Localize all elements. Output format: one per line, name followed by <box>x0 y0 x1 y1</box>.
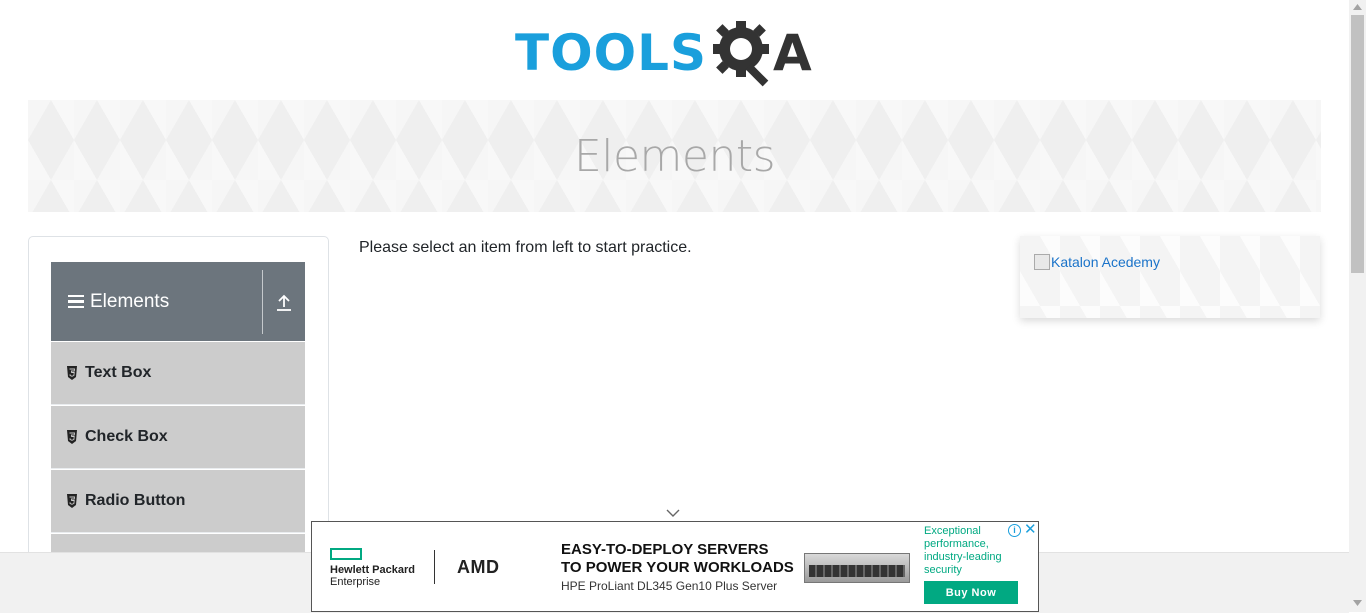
chevron-down-icon[interactable] <box>666 508 680 518</box>
bottom-ad-banner[interactable]: Hewlett Packard Enterprise AMD EASY-TO-D… <box>311 521 1039 612</box>
elements-group-header[interactable]: Elements <box>51 262 305 341</box>
logo-text: TOOLS <box>515 24 707 82</box>
buy-now-button[interactable]: Buy Now <box>924 581 1018 604</box>
scroll-down-icon[interactable] <box>1353 600 1362 606</box>
hpe-mark-icon <box>330 548 362 560</box>
broken-image-icon <box>1034 254 1050 270</box>
html5-icon <box>67 494 77 508</box>
ad-divider <box>434 550 435 584</box>
logo-letter-a: A <box>773 24 812 82</box>
hpe-logo: Hewlett Packard Enterprise <box>330 548 415 588</box>
left-panel: Elements Text Box Check Box Radio Button <box>28 236 329 597</box>
collapse-icon[interactable] <box>263 293 305 311</box>
ad-headline-line1: EASY-TO-DEPLOY SERVERS <box>561 541 769 558</box>
sidebar-item-text-box[interactable]: Text Box <box>51 342 305 405</box>
katalon-ad-link[interactable]: Katalon Acedemy <box>1051 254 1160 270</box>
instruction-text: Please select an item from left to start… <box>359 239 692 256</box>
scroll-up-icon[interactable] <box>1353 4 1362 10</box>
html5-icon <box>67 430 77 444</box>
vertical-scrollbar[interactable] <box>1349 0 1366 612</box>
page-banner: Elements <box>28 100 1321 212</box>
ad-headline-line2: TO POWER YOUR WORKLOADS <box>561 559 794 576</box>
html5-icon <box>67 366 77 380</box>
broken-image[interactable]: Katalon Acedemy <box>1034 254 1160 270</box>
toolsqa-logo[interactable]: TOOLS A <box>515 14 840 92</box>
hpe-brand-line1: Hewlett Packard <box>330 564 415 576</box>
sidebar-item-label: Radio Button <box>85 492 186 509</box>
sidebar-item-label: Check Box <box>85 428 168 445</box>
sidebar-item-label: Text Box <box>85 364 152 381</box>
amd-logo: AMD <box>457 557 500 577</box>
server-image <box>804 553 910 583</box>
ad-tagline: Exceptional performance, industry-leadin… <box>924 525 1002 576</box>
scrollbar-thumb[interactable] <box>1351 15 1364 273</box>
sidebar-item-radio-button[interactable]: Radio Button <box>51 470 305 533</box>
ad-headline: EASY-TO-DEPLOY SERVERS TO POWER YOUR WOR… <box>561 541 794 577</box>
hamburger-icon <box>68 292 84 312</box>
ad-info-icon[interactable]: i <box>1008 524 1021 537</box>
ad-close-icon[interactable]: ✕ <box>1024 522 1037 538</box>
group-title: Elements <box>90 290 170 312</box>
hpe-brand-line2: Enterprise <box>330 576 381 588</box>
katalon-ad-box[interactable]: Katalon Acedemy <box>1020 236 1320 318</box>
gear-magnifier-icon <box>713 21 769 87</box>
sidebar-item-check-box[interactable]: Check Box <box>51 406 305 469</box>
page-title: Elements <box>573 130 776 182</box>
ad-subline: HPE ProLiant DL345 Gen10 Plus Server <box>561 579 778 593</box>
